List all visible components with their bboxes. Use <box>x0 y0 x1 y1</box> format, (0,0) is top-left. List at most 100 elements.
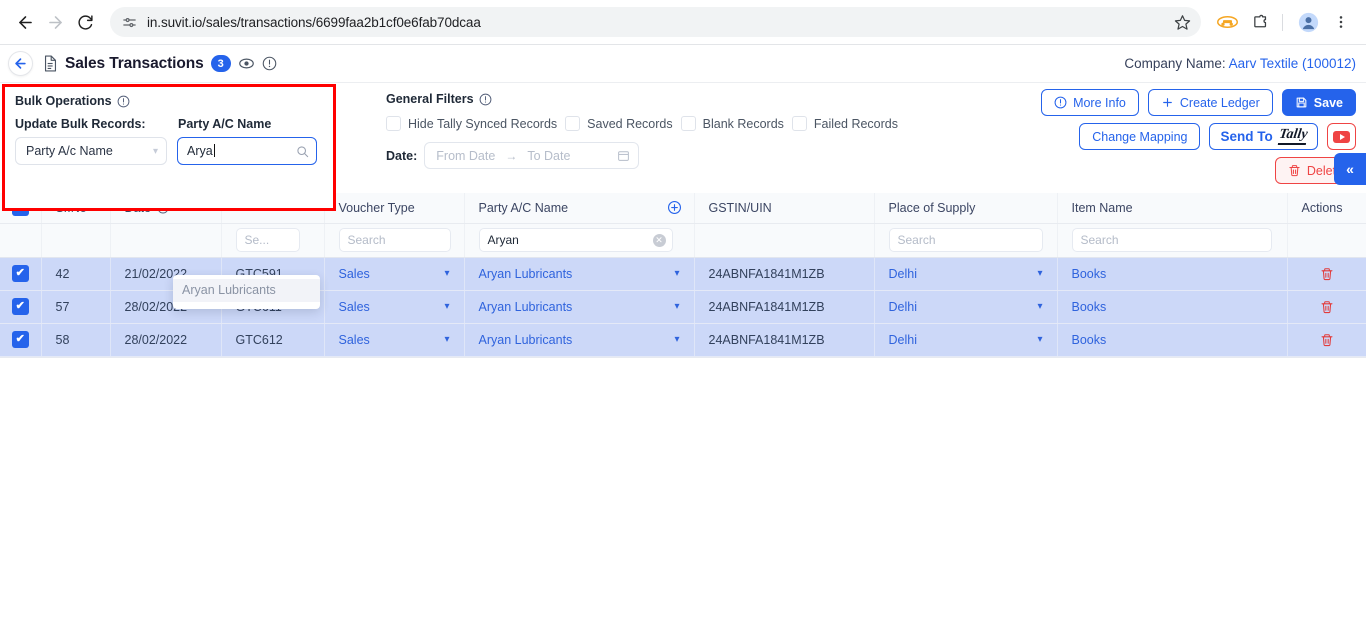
table-row[interactable]: ✔ 58 28/02/2022 GTC612 Sales ▾ Aryan Lubr… <box>0 323 1366 357</box>
checkbox-label: Hide Tally Synced Records <box>408 116 558 131</box>
row-checkbox[interactable]: ✔ <box>11 331 29 348</box>
item-name-search-input[interactable]: Search <box>1071 228 1272 252</box>
trash-icon[interactable] <box>1288 333 1366 347</box>
cell-place-of-supply[interactable]: Delhi ▾ <box>874 257 1058 291</box>
row-checkbox-cell[interactable]: ✔ <box>0 323 42 357</box>
cell-item-name[interactable]: Books <box>1057 257 1288 291</box>
column-header-gstin[interactable]: GSTIN/UIN <box>694 193 875 224</box>
row-checkbox[interactable]: ✔ <box>11 298 29 315</box>
cell-place-of-supply[interactable]: Delhi ▾ <box>874 323 1058 357</box>
browser-back-icon[interactable] <box>10 7 40 37</box>
add-party-icon[interactable] <box>667 200 682 215</box>
to-date-input[interactable]: To Date <box>527 149 570 163</box>
search-icon <box>296 145 309 158</box>
collapse-panel-button[interactable]: « <box>1334 153 1366 185</box>
send-to-tally-button[interactable]: Send To Tally <box>1209 123 1318 150</box>
cell-gstin[interactable]: 24ABNFA1841M1ZB <box>694 323 875 357</box>
bulk-operations-info-icon[interactable] <box>117 95 130 108</box>
app-back-button[interactable] <box>8 51 33 76</box>
browser-menu-icon[interactable] <box>1326 7 1356 37</box>
trash-icon[interactable] <box>1288 267 1366 281</box>
create-ledger-button[interactable]: Create Ledger <box>1147 89 1273 116</box>
column-header-party-ac-name[interactable]: Party A/C Name <box>464 193 695 224</box>
checkbox[interactable] <box>791 116 807 131</box>
browser-forward-icon[interactable] <box>40 7 70 37</box>
cell-party-value: Aryan Lubricants <box>478 332 573 347</box>
filter-failed-records[interactable]: Failed Records <box>791 116 898 131</box>
trash-icon[interactable] <box>1288 300 1366 314</box>
cell-actions <box>1287 257 1366 291</box>
checkbox[interactable] <box>565 116 581 131</box>
cell-party[interactable]: Aryan Lubricants ▾ <box>464 290 695 324</box>
column-header-item-name[interactable]: Item Name <box>1057 193 1288 224</box>
address-bar[interactable]: in.suvit.io/sales/transactions/6699faa2b… <box>110 7 1201 37</box>
filter-saved-records[interactable]: Saved Records <box>565 116 673 131</box>
filter-blank-records[interactable]: Blank Records <box>680 116 784 131</box>
voucher-type-search-input[interactable]: Search <box>338 228 451 252</box>
place-of-supply-search-input[interactable]: Search <box>888 228 1043 252</box>
app-header: Sales Transactions 3 Company Name: Aarv … <box>0 45 1366 83</box>
calendar-icon[interactable] <box>617 149 630 162</box>
row-checkbox-cell[interactable]: ✔ <box>0 290 42 324</box>
date-range-picker[interactable]: From Date → To Date <box>424 142 640 169</box>
party-ac-name-autocomplete-dropdown[interactable]: Aryan Lubricants <box>173 275 320 309</box>
cell-date[interactable]: 28/02/2022 <box>110 323 222 357</box>
cell-place-of-supply-value: Delhi <box>888 266 918 281</box>
row-checkbox-cell[interactable]: ✔ <box>0 257 42 291</box>
clear-icon[interactable]: ✕ <box>652 233 666 247</box>
youtube-icon[interactable] <box>1327 123 1356 150</box>
search-cell-party: Aryan ✕ <box>464 223 695 258</box>
general-filters-title: General Filters <box>386 92 898 106</box>
eye-icon[interactable] <box>238 55 255 72</box>
party-ac-name-search-input[interactable]: Arya <box>177 137 317 165</box>
cell-party[interactable]: Aryan Lubricants ▾ <box>464 257 695 291</box>
filter-hide-tally-synced[interactable]: Hide Tally Synced Records <box>386 116 557 131</box>
voucher-no-search-input[interactable]: Se... <box>235 228 300 252</box>
save-button[interactable]: Save <box>1281 89 1356 116</box>
company-name-label: Company Name: <box>1124 56 1226 71</box>
general-filters-info-icon[interactable] <box>479 93 492 106</box>
bookmark-star-icon[interactable] <box>1166 14 1191 31</box>
cell-voucher-no[interactable]: GTC612 <box>221 323 325 357</box>
chevron-down-icon: ▾ <box>674 334 680 345</box>
autocomplete-option[interactable]: Aryan Lubricants <box>173 279 320 302</box>
cell-actions <box>1287 323 1366 357</box>
table-bottom-border <box>0 356 1366 358</box>
cell-voucher-type[interactable]: Sales ▾ <box>324 323 465 357</box>
profile-avatar-icon[interactable] <box>1293 7 1323 37</box>
more-info-button[interactable]: More Info <box>1041 89 1139 116</box>
browser-toolbar: in.suvit.io/sales/transactions/6699faa2b… <box>0 0 1366 45</box>
checkbox[interactable] <box>386 116 401 131</box>
bulk-operations-title-text: Bulk Operations <box>15 94 112 108</box>
cell-voucher-type[interactable]: Sales ▾ <box>324 290 465 324</box>
update-bulk-records-select[interactable]: Party A/c Name ▾ <box>15 137 167 165</box>
column-header-actions: Actions <box>1287 193 1366 224</box>
cell-voucher-type-value: Sales <box>338 266 370 281</box>
cell-gstin[interactable]: 24ABNFA1841M1ZB <box>694 290 875 324</box>
browser-reload-icon[interactable] <box>70 7 100 37</box>
from-date-input[interactable]: From Date <box>436 149 495 163</box>
cell-gstin[interactable]: 24ABNFA1841M1ZB <box>694 257 875 291</box>
extensions-puzzle-icon[interactable] <box>1245 7 1275 37</box>
tally-logo: Tally <box>1277 127 1308 145</box>
cell-place-of-supply[interactable]: Delhi ▾ <box>874 290 1058 324</box>
cell-party[interactable]: Aryan Lubricants ▾ <box>464 323 695 357</box>
column-header-place-of-supply[interactable]: Place of Supply <box>874 193 1058 224</box>
toolbar-divider <box>1282 13 1283 31</box>
change-mapping-button[interactable]: Change Mapping <box>1079 123 1201 150</box>
column-header-voucher-type[interactable]: Voucher Type <box>324 193 465 224</box>
party-ac-name-label: Party A/C Name <box>178 117 272 131</box>
cell-srno: 58 <box>41 323 111 357</box>
checkbox[interactable] <box>680 116 696 131</box>
search-cell-date <box>110 223 222 258</box>
browser-extension-icon[interactable] <box>1212 7 1242 37</box>
party-search-input[interactable]: Aryan ✕ <box>478 228 673 252</box>
cell-item-name[interactable]: Books <box>1057 290 1288 324</box>
row-checkbox[interactable]: ✔ <box>11 265 29 282</box>
info-icon[interactable] <box>262 56 277 71</box>
cell-voucher-type[interactable]: Sales ▾ <box>324 257 465 291</box>
site-settings-icon[interactable] <box>122 15 137 30</box>
company-name-value[interactable]: Aarv Textile (100012) <box>1229 56 1356 71</box>
cell-item-name[interactable]: Books <box>1057 323 1288 357</box>
date-filter-label: Date: <box>386 148 418 163</box>
